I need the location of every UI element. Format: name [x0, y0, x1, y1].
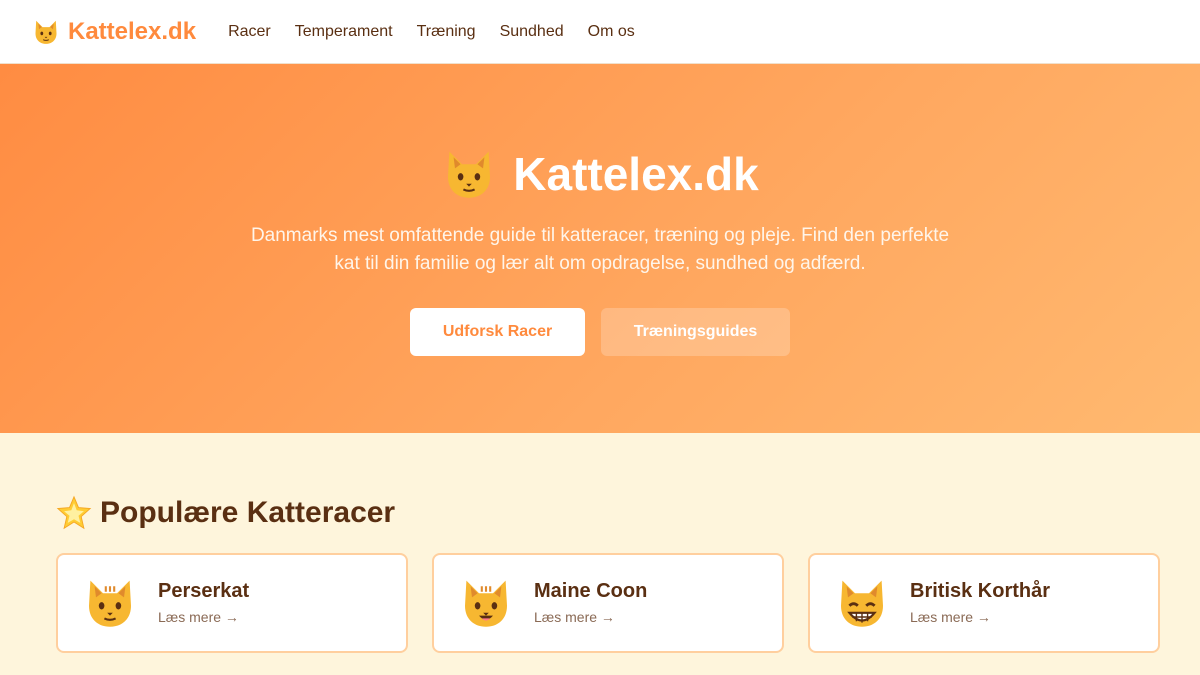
nav-link-om-os[interactable]: Om os	[588, 23, 635, 41]
brand-name: Kattelex.dk	[68, 17, 197, 45]
grinning-cat-icon	[841, 580, 883, 627]
breed-name: Perserkat	[158, 579, 250, 602]
hero-title-text: Kattelex.dk	[513, 147, 759, 200]
breed-card[interactable]: Britisk Korthår Læs mere →	[808, 553, 1160, 653]
breed-card-text: Britisk Korthår Læs mere →	[910, 580, 1050, 627]
breed-card-text: Maine Coon Læs mere →	[534, 580, 647, 627]
smiling-cat-icon	[465, 580, 507, 627]
nav-link-racer[interactable]: Racer	[228, 23, 271, 41]
top-navbar: Kattelex.dk Racer Temperament Træning Su…	[0, 0, 1200, 64]
breed-name: Britisk Korthår	[910, 579, 1051, 602]
breed-cards: Perserkat Læs mere → Maine Coon Læs mere…	[56, 553, 1160, 653]
section-title: Populære Katteracer	[56, 495, 1160, 531]
breed-card[interactable]: Perserkat Læs mere →	[56, 553, 408, 653]
cat-face-icon	[35, 20, 57, 44]
nav-link-temperament[interactable]: Temperament	[295, 23, 393, 41]
training-guides-button[interactable]: Træningsguides	[601, 307, 790, 356]
star-icon	[56, 495, 92, 530]
cat-face-icon	[89, 580, 131, 627]
breed-name: Maine Coon	[534, 579, 648, 602]
nav-link-traening[interactable]: Træning	[417, 23, 476, 41]
read-more-link[interactable]: Læs mere →	[158, 609, 239, 625]
nav-link-sundhed[interactable]: Sundhed	[500, 23, 564, 41]
read-more-link[interactable]: Læs mere →	[910, 609, 991, 625]
cat-face-icon	[448, 151, 491, 198]
breed-card[interactable]: Maine Coon Læs mere →	[432, 553, 784, 653]
hero-title: Kattelex.dk	[441, 146, 759, 202]
hero-description: Danmarks mest omfattende guide til katte…	[250, 224, 950, 274]
popular-breeds-section: Populære Katteracer Perserkat Læs mere →	[0, 433, 1200, 653]
section-title-text: Populære Katteracer	[100, 496, 396, 529]
read-more-link[interactable]: Læs mere →	[534, 609, 615, 625]
breed-card-text: Perserkat Læs mere →	[158, 580, 249, 627]
hero-section: Kattelex.dk Danmarks mest omfattende gui…	[0, 64, 1200, 433]
main-nav: Racer Temperament Træning Sundhed Om os	[228, 23, 635, 41]
brand-logo-link[interactable]: Kattelex.dk	[32, 18, 196, 46]
hero-actions: Udforsk Racer Træningsguides	[410, 307, 790, 356]
explore-breeds-button[interactable]: Udforsk Racer	[410, 307, 585, 356]
